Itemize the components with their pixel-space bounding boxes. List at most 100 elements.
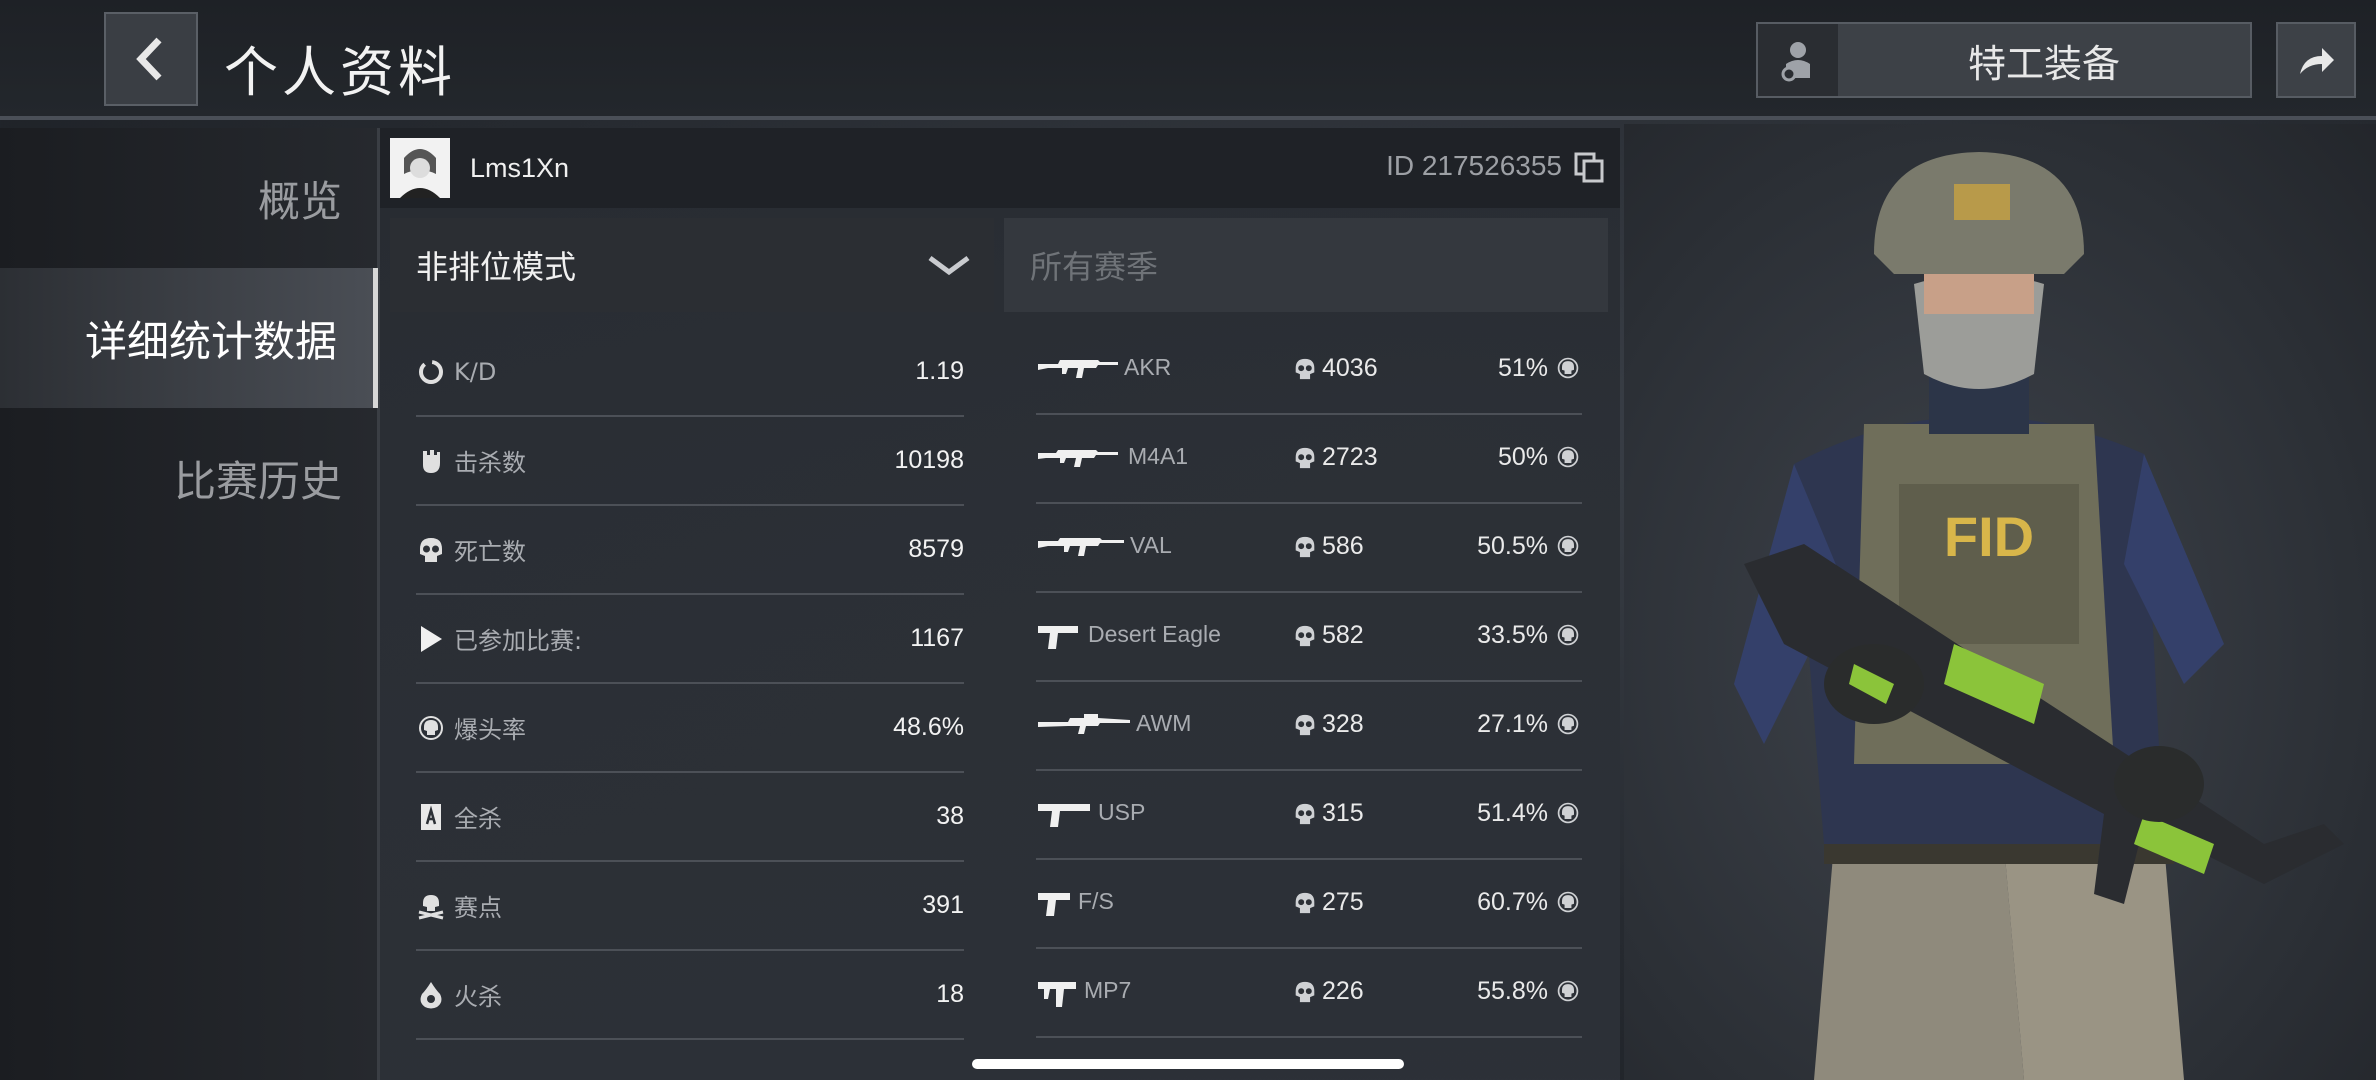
stat-row-matches: 已参加比赛: 1167	[416, 595, 964, 684]
weapon-kills: 2723	[1322, 443, 1378, 471]
kills-skull-icon	[1295, 447, 1315, 469]
stat-label: 击杀数	[454, 449, 526, 477]
smg-icon	[1038, 982, 1076, 1007]
weapon-name: AKR	[1124, 354, 1172, 380]
sidebar-item-detailed-stats[interactable]: 详细统计数据	[0, 268, 378, 408]
headshot-icon	[1557, 535, 1579, 557]
mode-dropdown[interactable]: 非排位模式	[390, 218, 994, 312]
weapon-row-m4a1: M4A1 2723 50%	[1036, 415, 1582, 504]
weapon-name: F/S	[1078, 888, 1114, 914]
rifle-icon	[1038, 538, 1124, 556]
character-model-area[interactable]: FID	[1624, 124, 2376, 1080]
stat-row-fire-kill: 火杀 18	[416, 951, 964, 1040]
weapon-kills: 315	[1322, 799, 1364, 827]
page-title: 个人资料	[224, 41, 456, 104]
stat-row-headshot: 爆头率 48.6%	[416, 684, 964, 773]
season-dropdown[interactable]: 所有赛季	[1004, 218, 1608, 312]
sidebar-item-overview[interactable]: 概览	[0, 128, 378, 268]
kills-skull-icon	[1295, 714, 1315, 736]
pistol-icon	[1038, 626, 1078, 649]
headshot-icon	[1557, 802, 1579, 824]
chevron-left-icon	[136, 37, 162, 81]
stat-value: 391	[922, 891, 964, 919]
sidebar: 概览 详细统计数据 比赛历史	[0, 128, 380, 1080]
stat-value: 8579	[908, 535, 964, 563]
stat-value: 1167	[910, 624, 964, 652]
weapon-kills: 582	[1322, 621, 1364, 649]
stats-panel: Lms1Xn ID 217526355 非排位模式 所有赛季 K/D 1.19 …	[380, 128, 1620, 1080]
kills-skull-icon	[1295, 536, 1315, 558]
avatar-portrait-icon	[390, 138, 450, 198]
kills-skull-icon	[1295, 358, 1315, 380]
season-dropdown-value: 所有赛季	[1030, 248, 1159, 286]
stat-label: K/D	[454, 357, 497, 386]
weapon-name: AWM	[1136, 710, 1192, 736]
agent-equipment-button[interactable]: 特工装备	[1756, 22, 2252, 98]
soldier-character-illustration: FID	[1734, 152, 2344, 1080]
weapon-name: Desert Eagle	[1088, 621, 1221, 647]
weapon-row-val: VAL 586 50.5%	[1036, 504, 1582, 593]
weapon-row-usp: USP 315 51.4%	[1036, 771, 1582, 860]
weapon-row-desert-eagle: Desert Eagle 582 33.5%	[1036, 593, 1582, 682]
vest-fid-text: FID	[1944, 505, 2034, 568]
mode-dropdown-value: 非排位模式	[416, 248, 577, 286]
sniper-rifle-icon	[1038, 714, 1130, 734]
weapon-row-akr: AKR 4036 51%	[1036, 326, 1582, 415]
stat-label: 火杀	[454, 983, 502, 1011]
share-button[interactable]	[2276, 22, 2356, 98]
stat-label: 爆头率	[454, 716, 526, 744]
home-indicator[interactable]	[972, 1059, 1404, 1069]
weapon-row-mp7: MP7 226 55.8%	[1036, 949, 1582, 1038]
stat-row-match-point: 赛点 391	[416, 862, 964, 951]
skull-icon	[416, 535, 446, 565]
headshot-icon	[416, 713, 446, 743]
weapon-headshot-rate: 60.7%	[1477, 888, 1548, 916]
agent-icon-box	[1758, 24, 1838, 96]
headshot-icon	[1557, 980, 1579, 1002]
weapon-kills: 4036	[1322, 354, 1378, 382]
stat-value: 48.6%	[893, 713, 964, 741]
weapon-kills: 328	[1322, 710, 1364, 738]
pistol-icon	[1038, 893, 1070, 916]
weapon-name: M4A1	[1128, 443, 1189, 469]
stat-label: 已参加比赛:	[454, 627, 583, 655]
profile-row: Lms1Xn ID 217526355	[380, 128, 1620, 208]
copy-icon[interactable]	[1572, 150, 1606, 184]
player-id: ID 217526355	[1386, 150, 1562, 181]
avatar[interactable]	[390, 138, 450, 198]
weapon-headshot-rate: 27.1%	[1477, 710, 1548, 738]
chevron-down-icon	[928, 255, 970, 276]
weapon-kills: 275	[1322, 888, 1364, 916]
weapon-name: MP7	[1084, 977, 1132, 1003]
headshot-icon	[1557, 357, 1579, 379]
kd-icon	[416, 357, 446, 387]
headshot-icon	[1557, 446, 1579, 468]
headshot-icon	[1557, 624, 1579, 646]
weapon-row-awm: AWM 328 27.1%	[1036, 682, 1582, 771]
headshot-icon	[1557, 713, 1579, 735]
weapon-name: USP	[1098, 799, 1146, 825]
stat-value: 38	[936, 802, 964, 830]
weapon-kills: 226	[1322, 977, 1364, 1005]
agent-gear-icon	[1781, 42, 1810, 82]
rifle-icon	[1038, 360, 1118, 378]
username: Lms1Xn	[470, 152, 570, 183]
pistol-icon	[1038, 804, 1090, 827]
stat-value: 1.19	[915, 357, 964, 385]
weapon-name: VAL	[1130, 532, 1172, 558]
kills-skull-icon	[1295, 625, 1315, 647]
play-icon	[416, 624, 446, 654]
top-bar: 个人资料 特工装备	[0, 0, 2376, 120]
stat-row-kills: 击杀数 10198	[416, 417, 964, 506]
agent-equipment-label: 特工装备	[1967, 41, 2120, 86]
headshot-icon	[1557, 891, 1579, 913]
back-button[interactable]	[104, 12, 198, 106]
weapon-headshot-rate: 50%	[1497, 443, 1548, 471]
match-point-icon	[416, 891, 446, 921]
share-arrow-icon	[2300, 48, 2334, 74]
stat-label: 赛点	[454, 894, 502, 922]
fire-kill-icon	[416, 980, 446, 1010]
sidebar-item-match-history[interactable]: 比赛历史	[0, 408, 378, 548]
fist-icon	[416, 446, 446, 476]
weapon-kills: 586	[1322, 532, 1364, 560]
